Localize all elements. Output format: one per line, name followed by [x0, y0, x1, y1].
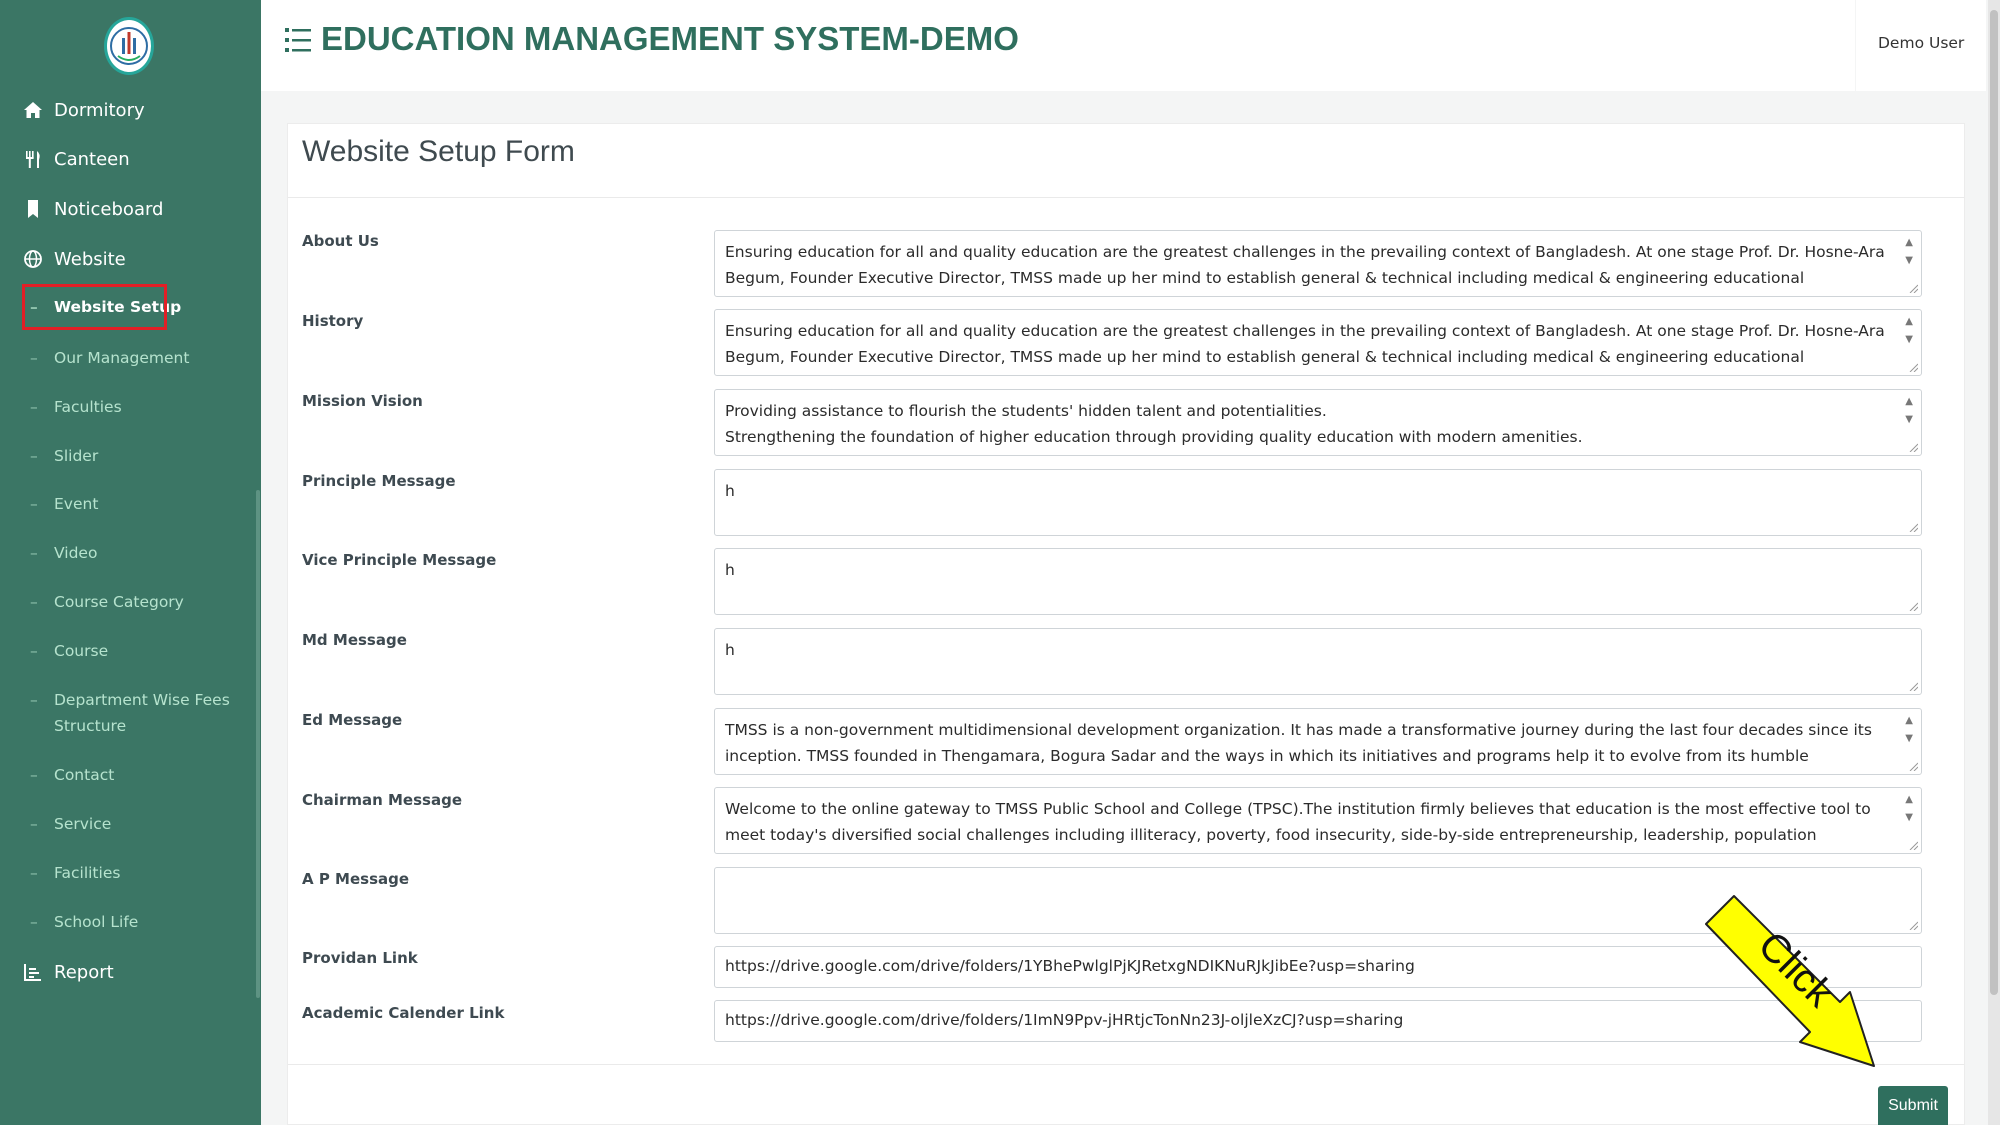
submit-button[interactable]: Submit — [1878, 1086, 1948, 1125]
history-label: History — [302, 312, 364, 330]
resize-handle-icon[interactable] — [1908, 442, 1918, 452]
sidebar-scrollbar[interactable] — [256, 490, 260, 998]
scrollbar-thumb[interactable] — [1990, 10, 1998, 995]
resize-handle-icon[interactable] — [1908, 840, 1918, 850]
mission-vision-label: Mission Vision — [302, 392, 423, 410]
sidebar-subitem-label: Facilities — [54, 864, 121, 882]
md-message-value: h — [725, 641, 735, 659]
scroll-down-icon[interactable]: ▼ — [1905, 334, 1913, 345]
dash-icon: – — [30, 691, 38, 709]
sidebar-item-label: Noticeboard — [54, 198, 164, 220]
about-us-label: About Us — [302, 232, 379, 250]
mission-vision-value: Providing assistance to flourish the stu… — [725, 402, 1583, 446]
click-arrow-callout: Click — [1705, 895, 1875, 1067]
scroll-up-icon[interactable]: ▲ — [1905, 396, 1913, 407]
active-item-highlight — [22, 284, 167, 330]
scroll-down-icon[interactable]: ▼ — [1905, 733, 1913, 744]
md-message-textarea[interactable]: h — [714, 628, 1922, 695]
history-value: Ensuring education for all and quality e… — [725, 322, 1885, 375]
sidebar-item-dormitory[interactable]: Dormitory — [0, 90, 261, 130]
dash-icon: – — [30, 864, 38, 882]
about-us-textarea[interactable]: Ensuring education for all and quality e… — [714, 230, 1922, 297]
vice-principle-message-textarea[interactable]: h — [714, 548, 1922, 615]
scroll-down-icon[interactable]: ▼ — [1905, 812, 1913, 823]
principle-message-textarea[interactable]: h — [714, 469, 1922, 536]
scroll-up-icon[interactable]: ▲ — [1905, 237, 1913, 248]
dash-icon: – — [30, 913, 38, 931]
globe-icon — [22, 248, 44, 270]
principle-message-label: Principle Message — [302, 472, 456, 490]
mission-vision-textarea[interactable]: Providing assistance to flourish the stu… — [714, 389, 1922, 456]
school-logo — [104, 17, 154, 75]
resize-handle-icon[interactable] — [1908, 283, 1918, 293]
sidebar-subitem-label: Course Category — [54, 593, 184, 611]
vice-principle-message-value: h — [725, 561, 735, 579]
scroll-up-icon[interactable]: ▲ — [1905, 794, 1913, 805]
sidebar-subitem-label: Faculties — [54, 398, 122, 416]
ed-message-value: TMSS is a non-government multidimensiona… — [725, 721, 1872, 774]
scroll-down-icon[interactable]: ▼ — [1905, 414, 1913, 425]
resize-handle-icon[interactable] — [1908, 920, 1918, 930]
ed-message-label: Ed Message — [302, 711, 403, 729]
vice-principle-message-label: Vice Principle Message — [302, 551, 497, 569]
form-title: Website Setup Form — [302, 135, 575, 168]
sidebar-item-website[interactable]: Website — [0, 239, 261, 279]
dash-icon: – — [30, 349, 38, 367]
sidebar-subitem-label: Service — [54, 815, 112, 833]
scroll-up-icon[interactable]: ▲ — [1905, 316, 1913, 327]
providan-link-value: https://drive.google.com/drive/folders/1… — [725, 957, 1415, 975]
resize-handle-icon[interactable] — [1908, 522, 1918, 532]
sidebar-item-label: Website — [54, 248, 126, 270]
sidebar-subitem-label: Course — [54, 642, 109, 660]
sidebar-item-label: Report — [54, 961, 114, 983]
ap-message-label: A P Message — [302, 870, 410, 888]
resize-handle-icon[interactable] — [1908, 761, 1918, 771]
history-textarea[interactable]: Ensuring education for all and quality e… — [714, 309, 1922, 376]
sidebar-item-report[interactable]: Report — [0, 952, 261, 992]
providan-link-label: Providan Link — [302, 949, 418, 967]
sidebar-subitem-label: Video — [54, 544, 98, 562]
principle-message-value: h — [725, 482, 735, 500]
md-message-label: Md Message — [302, 631, 407, 649]
home-icon — [22, 99, 44, 121]
dash-icon: – — [30, 398, 38, 416]
sidebar-item-canteen[interactable]: Canteen — [0, 139, 261, 179]
sidebar-subitem-label: Department Wise Fees Structure — [54, 691, 230, 735]
dash-icon: – — [30, 642, 38, 660]
dash-icon: – — [30, 593, 38, 611]
academic-calender-link-label: Academic Calender Link — [302, 1004, 505, 1022]
scroll-down-icon[interactable]: ▼ — [1905, 255, 1913, 266]
sidebar-subitem-label: School Life — [54, 913, 139, 931]
chairman-message-value: Welcome to the online gateway to TMSS Pu… — [725, 800, 1871, 853]
sidebar-subitem-label: Contact — [54, 766, 115, 784]
resize-handle-icon[interactable] — [1908, 681, 1918, 691]
resize-handle-icon[interactable] — [1908, 601, 1918, 611]
dash-icon: – — [30, 447, 38, 465]
resize-handle-icon[interactable] — [1908, 362, 1918, 372]
scroll-up-icon[interactable]: ▲ — [1905, 715, 1913, 726]
sidebar-subitem-label: Slider — [54, 447, 99, 465]
chairman-message-textarea[interactable]: Welcome to the online gateway to TMSS Pu… — [714, 787, 1922, 854]
sidebar-subitem-label: Event — [54, 495, 99, 513]
page-scrollbar[interactable] — [1988, 0, 2000, 1125]
chart-icon — [22, 961, 44, 983]
menu-icon[interactable] — [285, 26, 311, 54]
sidebar-item-label: Canteen — [54, 148, 130, 170]
dash-icon: – — [30, 815, 38, 833]
dash-icon: – — [30, 766, 38, 784]
chairman-message-label: Chairman Message — [302, 791, 462, 809]
app-title: EDUCATION MANAGEMENT SYSTEM-DEMO — [321, 20, 1019, 57]
dash-icon: – — [30, 495, 38, 513]
utensils-icon — [22, 148, 44, 170]
divider — [288, 197, 1964, 198]
bookmark-icon — [22, 198, 44, 220]
sidebar-item-label: Dormitory — [54, 99, 145, 121]
sidebar-subitem-label: Our Management — [54, 349, 190, 367]
academic-calender-link-value: https://drive.google.com/drive/folders/1… — [725, 1011, 1404, 1029]
about-us-value: Ensuring education for all and quality e… — [725, 243, 1885, 296]
user-name[interactable]: Demo User — [1878, 34, 1964, 52]
sidebar-item-noticeboard[interactable]: Noticeboard — [0, 189, 261, 229]
ed-message-textarea[interactable]: TMSS is a non-government multidimensiona… — [714, 708, 1922, 775]
dash-icon: – — [30, 544, 38, 562]
